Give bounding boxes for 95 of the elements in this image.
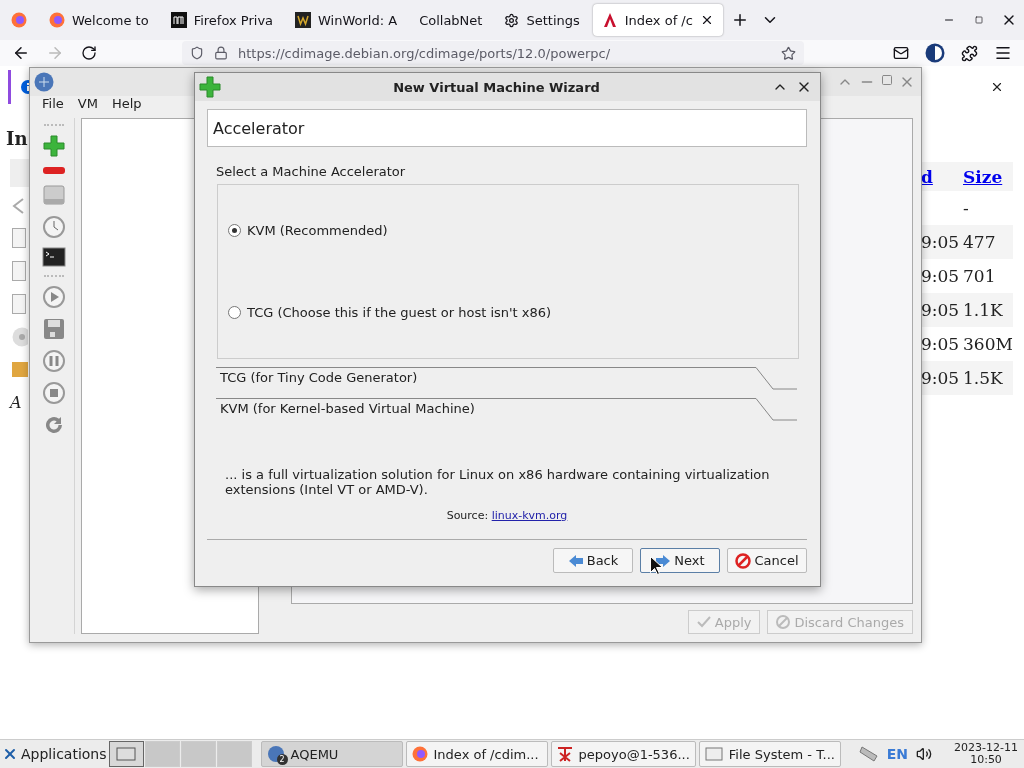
description-text: ... is a full virtualization solution for Linux on x86 hardware containing virtualization extensions (Intel VT or AMD-V). (225, 467, 771, 497)
group-label: Select a Machine Accelerator (216, 164, 406, 179)
hard-drive-icon[interactable] (42, 183, 66, 207)
browser-tab[interactable]: CollabNet (410, 4, 492, 36)
w-logo-icon (295, 12, 312, 28)
arrow-right-icon (655, 553, 672, 568)
a-logo-icon (601, 12, 618, 28)
table-cell: 1.5K (963, 368, 1003, 388)
folder-icon (12, 360, 28, 377)
column-header-link[interactable]: d (921, 166, 933, 187)
browser-tab[interactable]: Welcome to (40, 4, 158, 36)
maximize-icon[interactable] (881, 74, 893, 86)
file-icon (12, 228, 26, 248)
section-heading: TCG (for Tiny Code Generator) (220, 370, 418, 385)
menu-icon[interactable] (994, 44, 1012, 62)
app-logo-icon (34, 72, 54, 92)
dialog-title: New Virtual Machine Wizard (392, 79, 601, 95)
bookmark-star-icon[interactable] (781, 45, 796, 61)
page-text: A (10, 393, 22, 412)
remove-icon[interactable] (42, 166, 66, 175)
radio-button[interactable] (228, 223, 241, 237)
lock-icon[interactable] (214, 46, 228, 60)
maximize-icon[interactable] (975, 16, 983, 24)
m-logo-icon (170, 12, 187, 28)
add-icon (199, 76, 221, 98)
back-icon[interactable] (12, 44, 30, 62)
task-button[interactable]: 2 AQEMU (260, 741, 403, 767)
radio-label[interactable]: KVM (Recommended) (247, 222, 388, 238)
page-heading: In (6, 128, 28, 149)
keyboard-layout[interactable]: EN (886, 746, 909, 762)
back-button[interactable]: Back (553, 548, 633, 573)
close-icon[interactable] (990, 80, 1004, 94)
file-icon (12, 261, 26, 281)
table-cell: 1.1K (963, 300, 1003, 320)
table-cell: 701 (963, 266, 996, 286)
file-icon (12, 294, 26, 314)
applications-menu-button[interactable]: Applications (0, 741, 109, 767)
table-cell: 360M (963, 334, 1013, 354)
window-icon (116, 747, 137, 761)
table-cell: 9:05 (921, 232, 960, 252)
next-button[interactable]: Next (640, 548, 720, 573)
url-field[interactable]: https://cdimage.debian.org/cdimage/ports/12.0/powerpc/ (182, 41, 804, 65)
x-logo-icon (2, 746, 18, 762)
table-cell: 9:05 (921, 368, 960, 388)
table-cell: 9:05 (921, 300, 960, 320)
menu-item[interactable]: Help (105, 96, 150, 116)
source-label: Source: (446, 509, 489, 522)
workspace-button[interactable] (108, 741, 144, 767)
check-icon (696, 616, 711, 628)
shield-icon[interactable] (190, 46, 204, 60)
table-cell: 9:05 (921, 266, 960, 286)
add-icon[interactable] (42, 134, 66, 158)
firefox-icon (49, 12, 65, 28)
table-cell: - (963, 198, 969, 218)
radio-button[interactable] (228, 306, 241, 320)
prohibited-icon (735, 552, 752, 569)
mail-icon[interactable] (893, 45, 909, 61)
network-icon[interactable] (858, 746, 879, 762)
task-button[interactable]: File System - T... (698, 741, 841, 767)
page-title: Accelerator (207, 109, 807, 147)
mouse-cursor-icon (650, 556, 662, 575)
terminal-icon[interactable] (42, 247, 66, 267)
clock-icon[interactable] (42, 215, 66, 239)
arrow-left-icon (567, 553, 584, 568)
pause-icon[interactable] (42, 349, 66, 373)
section-heading: KVM (for Kernel-based Virtual Machine) (220, 401, 475, 416)
gear-icon (504, 12, 520, 28)
browser-tab[interactable]: Settings (495, 4, 589, 36)
window-icon (704, 747, 723, 761)
browser-tab[interactable]: Firefox Priva (161, 4, 283, 36)
prohibited-icon (776, 615, 791, 629)
terminal-logo-icon (556, 746, 573, 762)
menu-item[interactable]: File (36, 96, 72, 116)
firefox-icon (11, 12, 27, 28)
app-logo-icon (266, 745, 285, 763)
stop-icon[interactable] (42, 381, 66, 405)
radio-label[interactable]: TCG (Choose this if the guest or host isn't x86) (247, 305, 552, 321)
reload-icon[interactable] (81, 45, 97, 61)
source-link[interactable]: linux-kvm.org (491, 509, 568, 522)
table-cell: 477 (963, 232, 996, 252)
play-icon[interactable] (42, 285, 66, 309)
table-cell: 9:05 (921, 334, 960, 354)
cancel-button[interactable]: Cancel (727, 548, 807, 573)
task-button[interactable]: pepoyo@1-536... (550, 741, 696, 767)
task-button[interactable]: Index of /cdim... (405, 741, 548, 767)
browser-tab[interactable]: WinWorld: A (286, 4, 407, 36)
browser-tab[interactable]: Index of /c (592, 4, 723, 36)
column-header-link[interactable]: Size (963, 166, 1003, 187)
count-badge: 2 (276, 754, 288, 765)
account-icon[interactable] (925, 43, 945, 63)
extensions-icon[interactable] (960, 44, 978, 62)
clock[interactable]: 2023-12-11 10:50 (954, 742, 1018, 766)
menu-item[interactable]: VM (71, 96, 106, 116)
volume-icon[interactable] (916, 746, 933, 762)
firefox-icon (411, 746, 428, 762)
